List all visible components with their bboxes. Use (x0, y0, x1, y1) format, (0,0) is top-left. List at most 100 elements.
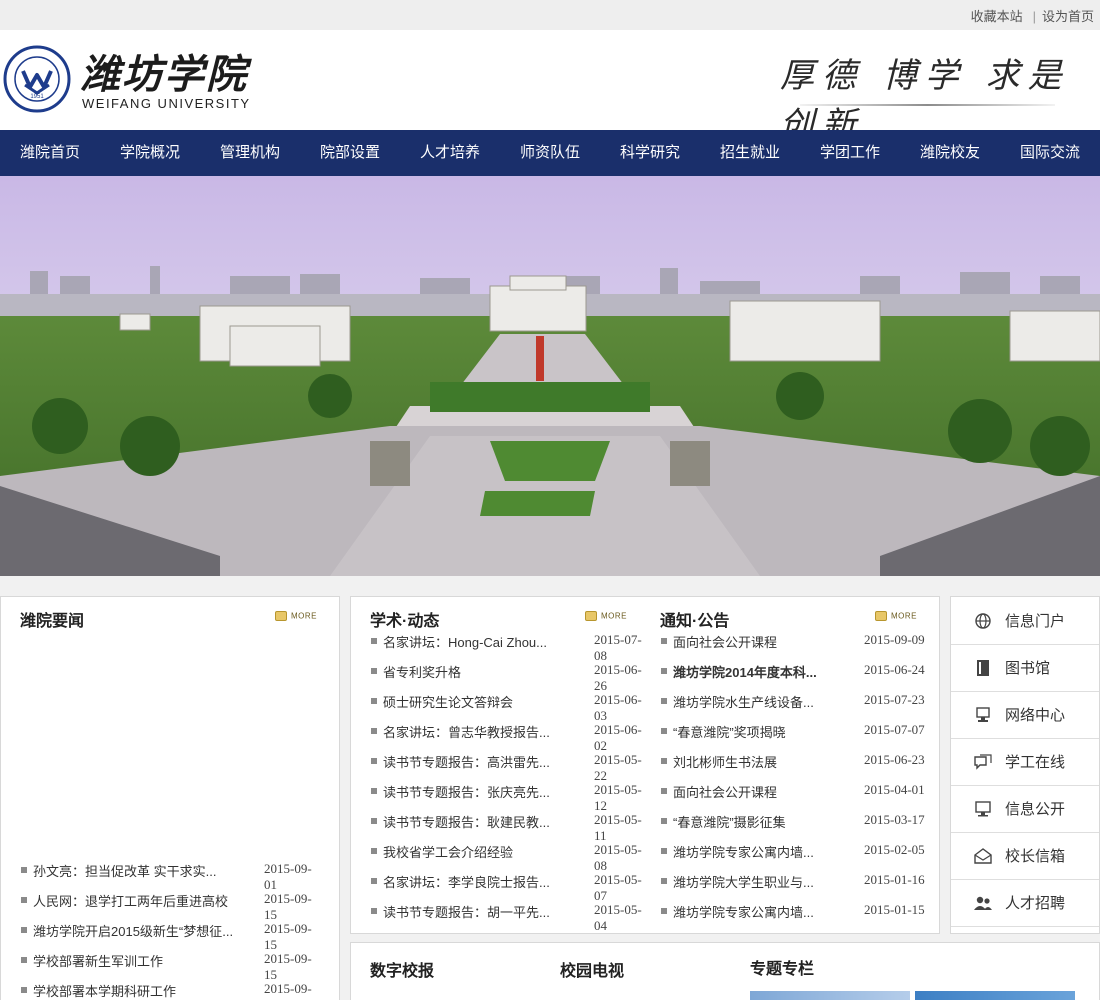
list-item[interactable]: 硕士研究生论文答辩会 2015-06-03 (371, 692, 651, 723)
list-item[interactable]: 读书节专题报告：张庆亮先... 2015-05-12 (371, 782, 651, 813)
special-banner-1[interactable] (750, 991, 910, 1000)
nav-item[interactable]: 管理机构 (200, 130, 300, 176)
list-item[interactable]: 学校部署本学期科研工作 2015-09-15 (21, 981, 321, 1000)
nav-item[interactable]: 学团工作 (800, 130, 900, 176)
list-item[interactable]: 潍坊学院水生产线设备... 2015-07-23 (661, 692, 941, 710)
quick-link-item[interactable]: 网络中心 (951, 691, 1099, 739)
list-item-title[interactable]: 潍坊学院专家公寓内墙... (673, 902, 833, 921)
list-item[interactable]: “春意潍院”奖项揭晓 2015-07-07 (661, 722, 941, 740)
list-item[interactable]: 省专利奖升格 2015-06-26 (371, 662, 651, 693)
nav-item[interactable]: 潍院首页 (0, 130, 100, 176)
list-item-title[interactable]: 潍坊学院2014年度本科... (673, 662, 833, 681)
list-item-title[interactable]: 潍坊学院专家公寓内墙... (673, 842, 833, 861)
nav-item[interactable]: 科学研究 (600, 130, 700, 176)
list-item-title[interactable]: 孙文亮：担当促改革 实干求实... (33, 861, 248, 880)
list-item[interactable]: 面向社会公开课程 2015-04-01 (661, 782, 941, 800)
notice-more-link[interactable]: MORE (875, 611, 917, 623)
list-item-title[interactable]: 潍坊学院开启2015级新生“梦想征... (33, 921, 248, 940)
main-nav: 潍院首页 学院概况 管理机构 院部设置 人才培养 师资队伍 科学研究 招生就业 学团工作 潍院校友… (0, 130, 1100, 176)
emblem-year: 1951 (30, 94, 44, 100)
news-panel-title: 潍院要闻 (20, 613, 85, 630)
bullet-icon (661, 758, 667, 764)
notice-panel-title: 通知·公告 (660, 613, 730, 630)
list-item-title[interactable]: 学校部署新生军训工作 (33, 951, 248, 970)
list-item-title[interactable]: 刘北彬师生书法展 (673, 752, 833, 771)
quick-link-item[interactable]: 学工在线 (951, 738, 1099, 786)
digital-news-title[interactable]: 数字校报 (370, 957, 434, 981)
list-item[interactable]: 潍坊学院开启2015级新生“梦想征... 2015-09-15 (21, 921, 321, 952)
quick-link-label: 学工在线 (1005, 754, 1066, 771)
list-item-title[interactable]: 学校部署本学期科研工作 (33, 981, 248, 1000)
quick-link-item[interactable]: 图书馆 (951, 644, 1099, 692)
list-item-title[interactable]: 读书节专题报告：张庆亮先... (383, 782, 559, 801)
list-item[interactable]: 名家讲坛：曾志华教授报告... 2015-06-02 (371, 722, 651, 753)
list-item[interactable]: 潍坊学院2014年度本科... 2015-06-24 (661, 662, 941, 680)
list-item-title[interactable]: 潍坊学院水生产线设备... (673, 692, 833, 711)
list-item-title[interactable]: “春意潍院”摄影征集 (673, 812, 833, 831)
list-item-title[interactable]: 潍坊学院大学生职业与... (673, 872, 833, 891)
list-item-title[interactable]: 读书节专题报告：胡一平先... (383, 902, 559, 921)
list-item-title[interactable]: 读书节专题报告：耿建民教... (383, 812, 559, 831)
list-item[interactable]: 人民网：退学打工两年后重进高校 2015-09-15 (21, 891, 321, 922)
list-item-title[interactable]: 人民网：退学打工两年后重进高校 (33, 891, 248, 910)
list-item-date: 2015-06-03 (594, 692, 642, 723)
bullet-icon (661, 908, 667, 914)
list-item-title[interactable]: “春意潍院”奖项揭晓 (673, 722, 833, 741)
logo-english-name: WEIFANG UNIVERSITY (82, 96, 251, 111)
quick-link-label: 网络中心 (1005, 707, 1066, 724)
nav-item[interactable]: 招生就业 (700, 130, 800, 176)
quick-link-item[interactable]: 校长信箱 (951, 832, 1099, 880)
list-item[interactable]: 学校部署新生军训工作 2015-09-15 (21, 951, 321, 982)
list-item[interactable]: “春意潍院”摄影征集 2015-03-17 (661, 812, 941, 830)
nav-item[interactable]: 人才培养 (400, 130, 500, 176)
nav-item[interactable]: 国际交流 (1000, 130, 1100, 176)
list-item[interactable]: 读书节专题报告：耿建民教... 2015-05-11 (371, 812, 651, 843)
list-item-title[interactable]: 面向社会公开课程 (673, 782, 833, 801)
list-item-title[interactable]: 名家讲坛：Hong-Cai Zhou... (383, 632, 559, 651)
logo-chinese-name[interactable]: 潍坊学院 (80, 42, 248, 100)
bullet-icon (371, 728, 377, 734)
monitor-icon (973, 799, 993, 819)
list-item[interactable]: 潍坊学院大学生职业与... 2015-01-16 (661, 872, 941, 890)
bullet-icon (21, 927, 27, 933)
list-item[interactable]: 潍坊学院专家公寓内墙... 2015-01-15 (661, 902, 941, 920)
list-item-title[interactable]: 省专利奖升格 (383, 662, 559, 681)
list-item-title[interactable]: 面向社会公开课程 (673, 632, 833, 651)
list-item-title[interactable]: 名家讲坛：李学良院士报告... (383, 872, 559, 891)
academic-more-link[interactable]: MORE (585, 611, 627, 623)
quick-link-item[interactable]: 人才招聘 (951, 879, 1099, 927)
bullet-icon (21, 987, 27, 993)
special-banner-2[interactable] (915, 991, 1075, 1000)
list-item[interactable]: 读书节专题报告：胡一平先... 2015-05-04 (371, 902, 651, 933)
quick-link-item[interactable]: 信息门户 (951, 597, 1099, 645)
news-more-link[interactable]: MORE (275, 611, 317, 623)
bullet-icon (661, 788, 667, 794)
list-item[interactable]: 我校省学工会介绍经验 2015-05-08 (371, 842, 651, 873)
list-item[interactable]: 读书节专题报告：高洪雷先... 2015-05-22 (371, 752, 651, 783)
more-icon (585, 611, 597, 621)
campus-tv-title[interactable]: 校园电视 (560, 957, 624, 981)
list-item[interactable]: 名家讲坛：Hong-Cai Zhou... 2015-07-08 (371, 632, 651, 663)
nav-item[interactable]: 师资队伍 (500, 130, 600, 176)
list-item[interactable]: 孙文亮：担当促改革 实干求实... 2015-09-01 (21, 861, 321, 892)
list-item-title[interactable]: 我校省学工会介绍经验 (383, 842, 559, 861)
quick-link-item[interactable]: 信息公开 (951, 785, 1099, 833)
list-item-title[interactable]: 名家讲坛：曾志华教授报告... (383, 722, 559, 741)
list-item-date: 2015-06-23 (864, 752, 925, 767)
bullet-icon (661, 878, 667, 884)
list-item-title[interactable]: 硕士研究生论文答辩会 (383, 692, 559, 711)
list-item[interactable]: 潍坊学院专家公寓内墙... 2015-02-05 (661, 842, 941, 860)
campus-banner-image (0, 176, 1100, 576)
university-emblem-icon[interactable]: 1951 (3, 45, 71, 113)
bookmark-link[interactable]: 收藏本站 (971, 9, 1023, 24)
list-item[interactable]: 刘北彬师生书法展 2015-06-23 (661, 752, 941, 770)
list-item[interactable]: 名家讲坛：李学良院士报告... 2015-05-07 (371, 872, 651, 903)
nav-item[interactable]: 院部设置 (300, 130, 400, 176)
nav-item[interactable]: 学院概况 (100, 130, 200, 176)
set-homepage-link[interactable]: 设为首页 (1042, 9, 1094, 24)
list-item-title[interactable]: 读书节专题报告：高洪雷先... (383, 752, 559, 771)
bullet-icon (371, 698, 377, 704)
list-item[interactable]: 面向社会公开课程 2015-09-09 (661, 632, 941, 650)
special-column-title[interactable]: 专题专栏 (750, 955, 814, 979)
nav-item[interactable]: 潍院校友 (900, 130, 1000, 176)
